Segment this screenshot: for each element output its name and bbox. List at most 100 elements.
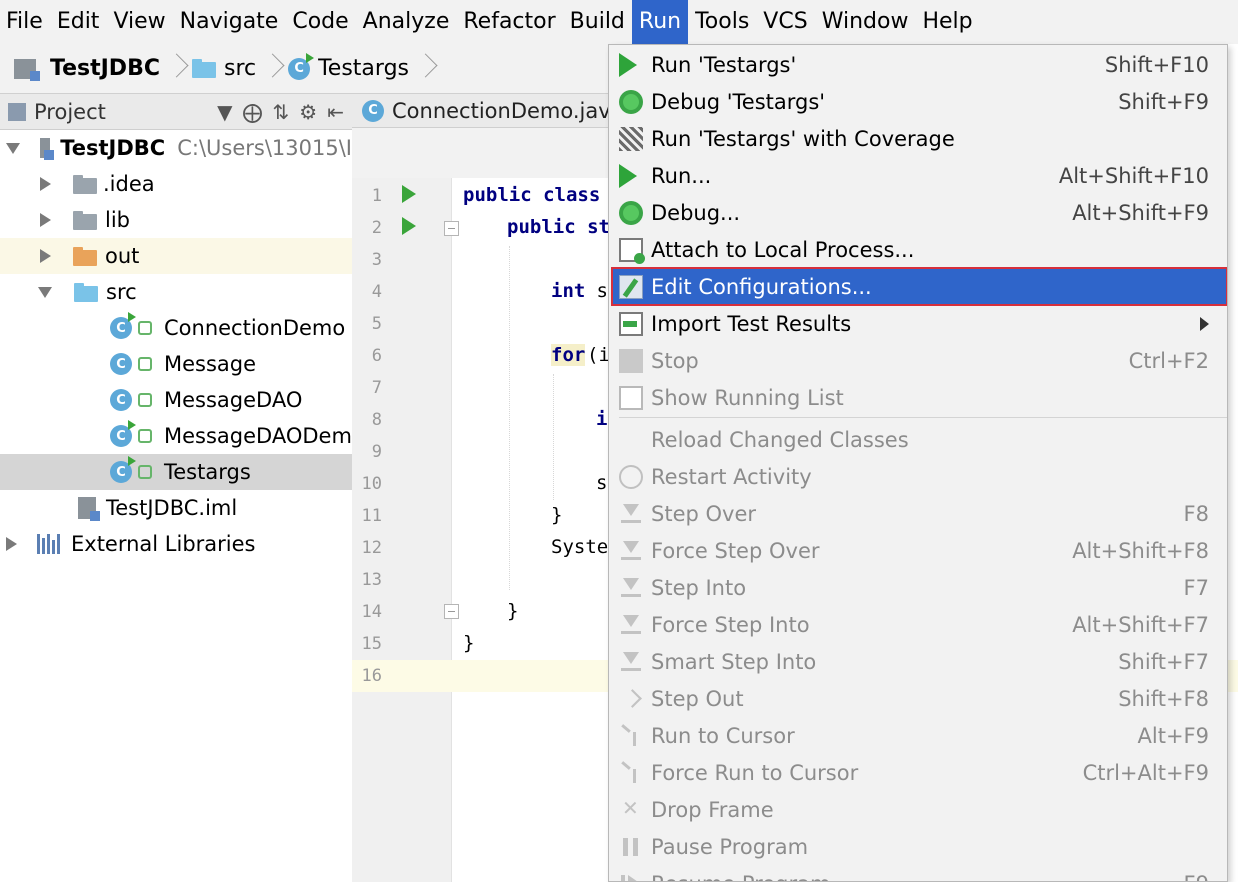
menu-item-run-testargs[interactable]: Run 'Testargs' Shift+F10	[609, 46, 1227, 83]
menu-item-step-out[interactable]: Step Out Shift+F8	[609, 680, 1227, 717]
menu-build[interactable]: Build	[563, 0, 632, 44]
breadcrumb-file[interactable]: C Testargs	[288, 52, 409, 81]
menu-view[interactable]: View	[106, 0, 172, 44]
code-line-15: }	[463, 632, 475, 654]
tree-item-class[interactable]: C Message	[0, 346, 352, 382]
menu-item-shortcut: Shift+F8	[1118, 686, 1209, 711]
run-gutter-icon[interactable]	[402, 217, 416, 235]
menu-item-resume-program[interactable]: Resume Program F9	[609, 865, 1227, 881]
project-panel-title[interactable]: Project	[34, 100, 106, 124]
tree-item-out[interactable]: out	[0, 238, 352, 274]
expand-arrow-icon[interactable]	[6, 537, 17, 551]
tree-root[interactable]: TestJDBC C:\Users\13015\I	[0, 130, 352, 166]
menu-item-import-test-results[interactable]: Import Test Results	[609, 305, 1227, 342]
dropdown-arrow-icon[interactable]: ▼	[217, 100, 232, 124]
menu-item-force-run-to-cursor[interactable]: Force Run to Cursor Ctrl+Alt+F9	[609, 754, 1227, 791]
menu-item-stop[interactable]: Stop Ctrl+F2	[609, 342, 1227, 379]
code-line-14: }	[507, 600, 519, 622]
run-gutter-icon[interactable]	[402, 185, 416, 203]
pause-icon	[619, 835, 643, 859]
collapse-icon[interactable]: ⇅	[273, 100, 290, 124]
breadcrumb-separator-icon	[264, 52, 280, 86]
menu-item-label: Run to Cursor	[651, 723, 795, 748]
code-line-2: public st	[507, 216, 610, 238]
line-number: 2	[371, 218, 382, 238]
menu-item-label: Force Step Over	[651, 538, 820, 563]
fold-marker-icon[interactable]	[444, 604, 459, 619]
breadcrumb-project[interactable]: TestJDBC	[14, 56, 160, 81]
bug-icon	[619, 90, 643, 114]
menu-code[interactable]: Code	[285, 0, 355, 44]
lock-icon	[138, 357, 152, 371]
menu-item-drop-frame[interactable]: Drop Frame	[609, 791, 1227, 828]
locate-icon[interactable]: ⨁	[243, 100, 263, 124]
menu-item-step-over[interactable]: Step Over F8	[609, 495, 1227, 532]
menu-item-show-running-list[interactable]: Show Running List	[609, 379, 1227, 416]
menu-vcs[interactable]: VCS	[756, 0, 814, 44]
code-line-6: (i	[587, 344, 610, 366]
tree-item-lib[interactable]: lib	[0, 202, 352, 238]
menu-run[interactable]: Run	[631, 0, 689, 44]
menu-item-pause-program[interactable]: Pause Program	[609, 828, 1227, 865]
menu-item-attach-process[interactable]: Attach to Local Process...	[609, 231, 1227, 268]
menu-item-shortcut: F8	[1183, 501, 1209, 526]
expand-arrow-icon[interactable]	[38, 286, 52, 298]
menu-file[interactable]: File	[0, 0, 50, 44]
menu-tools[interactable]: Tools	[688, 0, 756, 44]
menu-item-edit-configurations[interactable]: Edit Configurations...	[611, 267, 1227, 306]
menu-item-shortcut: Alt+Shift+F8	[1072, 538, 1209, 563]
tree-item-class[interactable]: C MessageDAO	[0, 382, 352, 418]
menu-item-shortcut: Alt+F9	[1137, 723, 1209, 748]
tree-item-label: .idea	[103, 172, 155, 196]
menu-item-label: Run...	[651, 163, 712, 188]
menu-edit[interactable]: Edit	[50, 0, 107, 44]
breadcrumb-folder[interactable]: src	[191, 56, 256, 81]
tree-item-label: Message	[164, 352, 257, 376]
menu-analyze[interactable]: Analyze	[356, 0, 457, 44]
expand-arrow-icon[interactable]	[40, 177, 51, 191]
menu-item-run-with-coverage[interactable]: Run 'Testargs' with Coverage	[609, 120, 1227, 157]
expand-arrow-icon[interactable]	[40, 249, 51, 263]
menu-item-run-to-cursor[interactable]: Run to Cursor Alt+F9	[609, 717, 1227, 754]
tree-item-idea[interactable]: .idea	[0, 166, 352, 202]
gear-icon[interactable]: ⚙	[299, 100, 317, 124]
editor-tab-bar: C ConnectionDemo.java	[352, 94, 624, 128]
tree-item-class[interactable]: C MessageDAODem	[0, 418, 352, 454]
breadcrumb: TestJDBC src C Testargs	[0, 44, 608, 94]
tree-item-external-libraries[interactable]: External Libraries	[0, 526, 352, 562]
expand-arrow-icon[interactable]	[6, 142, 20, 154]
menu-item-reload-changed-classes[interactable]: Reload Changed Classes	[609, 421, 1227, 458]
tree-item-iml[interactable]: TestJDBC.iml	[0, 490, 352, 526]
menu-window[interactable]: Window	[815, 0, 916, 44]
expand-arrow-icon[interactable]	[40, 213, 51, 227]
menu-navigate[interactable]: Navigate	[173, 0, 286, 44]
menu-item-force-step-over[interactable]: Force Step Over Alt+Shift+F8	[609, 532, 1227, 569]
line-number: 5	[371, 314, 382, 334]
code-line-11: }	[551, 504, 563, 526]
lock-icon	[138, 393, 152, 407]
menu-item-label: Debug...	[651, 200, 741, 225]
line-number: 8	[371, 410, 382, 430]
tree-item-class-selected[interactable]: C Testargs	[0, 454, 352, 490]
submenu-arrow-icon	[1200, 316, 1209, 331]
menu-item-restart-activity[interactable]: Restart Activity	[609, 458, 1227, 495]
fold-marker-icon[interactable]	[444, 221, 459, 236]
menu-item-run-dialog[interactable]: Run... Alt+Shift+F10	[609, 157, 1227, 194]
menu-item-smart-step-into[interactable]: Smart Step Into Shift+F7	[609, 643, 1227, 680]
tree-root-path: C:\Users\13015\I	[177, 136, 352, 160]
menu-item-step-into[interactable]: Step Into F7	[609, 569, 1227, 606]
step-out-icon	[619, 687, 643, 711]
iml-file-icon	[78, 497, 100, 521]
tree-item-class[interactable]: C ConnectionDemo	[0, 310, 352, 346]
tree-item-src[interactable]: src	[0, 274, 352, 310]
menu-refactor[interactable]: Refactor	[456, 0, 562, 44]
menu-item-force-step-into[interactable]: Force Step Into Alt+Shift+F7	[609, 606, 1227, 643]
code-line-10: s	[596, 472, 608, 494]
menu-help[interactable]: Help	[915, 0, 979, 44]
hide-panel-icon[interactable]: ⇤	[327, 100, 344, 124]
menu-item-debug-testargs[interactable]: Debug 'Testargs' Shift+F9	[609, 83, 1227, 120]
menu-item-label: Attach to Local Process...	[651, 237, 915, 262]
line-number: 9	[371, 442, 382, 462]
menu-item-debug-dialog[interactable]: Debug... Alt+Shift+F9	[609, 194, 1227, 231]
editor-tab-connectiondemo[interactable]: C ConnectionDemo.java	[362, 99, 624, 123]
